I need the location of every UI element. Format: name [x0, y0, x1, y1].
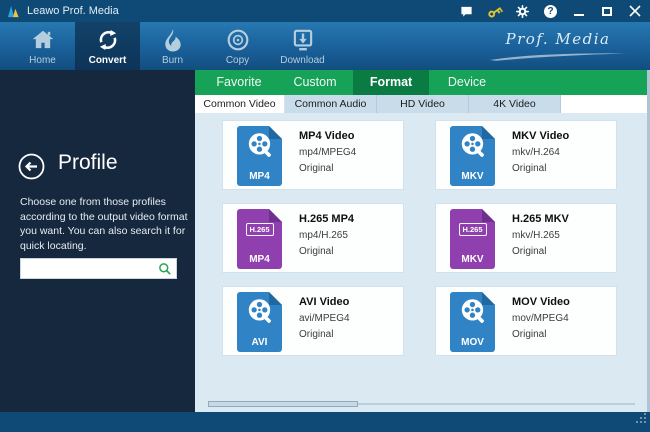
- file-icon: AVI: [237, 292, 282, 352]
- profile-list: MP4 MP4 Video mp4/MPEG4 Original MKV MKV…: [195, 113, 647, 412]
- brand-logo: Prof. Media: [488, 30, 628, 66]
- profile-format: mov/MPEG4: [512, 313, 569, 324]
- subtab-4k-video[interactable]: 4K Video: [469, 95, 561, 113]
- disc-icon: [227, 29, 248, 51]
- profile-card-h265-mkv[interactable]: H.265 MKV H.265 MKV mkv/H.265 Original: [435, 203, 617, 273]
- profile-card-avi-video[interactable]: AVI AVI Video avi/MPEG4 Original: [222, 286, 404, 356]
- format-badge: AVI: [251, 337, 268, 348]
- sidebar-description: Choose one from those profiles according…: [20, 196, 188, 252]
- subtab-hd-video[interactable]: HD Video: [377, 95, 469, 113]
- profile-card-h265-mp4[interactable]: H.265 MP4 H.265 MP4 mp4/H.265 Original: [222, 203, 404, 273]
- file-icon: MP4: [237, 126, 282, 186]
- tab-format[interactable]: Format: [353, 70, 429, 95]
- search-icon[interactable]: [158, 262, 172, 281]
- profile-quality: Original: [512, 329, 547, 340]
- titlebar: Leawo Prof. Media ?: [0, 0, 650, 22]
- profile-quality: Original: [512, 246, 547, 257]
- profile-quality: Original: [512, 163, 547, 174]
- main-nav: Home Convert Burn Copy Download Prof. Me…: [0, 22, 650, 70]
- profile-format: mkv/H.265: [512, 230, 560, 241]
- scrollbar-thumb[interactable]: [208, 401, 358, 407]
- main-panel: Favorite Custom Format Device Common Vid…: [195, 70, 650, 412]
- profile-name: MKV Video: [512, 130, 570, 142]
- nav-item-home[interactable]: Home: [10, 22, 75, 70]
- file-icon: H.265 MKV: [450, 209, 495, 269]
- profile-format: mp4/MPEG4: [299, 147, 357, 158]
- help-icon[interactable]: ?: [543, 4, 558, 19]
- tab-device[interactable]: Device: [429, 70, 505, 95]
- close-button[interactable]: [627, 4, 642, 19]
- search-box: [20, 258, 177, 279]
- tab-custom[interactable]: Custom: [277, 70, 353, 95]
- profile-sidebar: Profile Choose one from those profiles a…: [0, 70, 195, 412]
- profile-format: mp4/H.265: [299, 230, 348, 241]
- horizontal-scrollbar: [208, 401, 635, 407]
- profile-quality: Original: [299, 163, 334, 174]
- download-icon: [293, 29, 312, 51]
- maximize-button[interactable]: [599, 4, 614, 19]
- leawo-logo-icon: [7, 5, 20, 18]
- format-badge: MKV: [461, 254, 484, 265]
- profile-name: H.265 MKV: [512, 213, 569, 225]
- profile-name: AVI Video: [299, 296, 350, 308]
- subtab-common-audio[interactable]: Common Audio: [285, 95, 377, 113]
- profile-card-mov-video[interactable]: MOV MOV Video mov/MPEG4 Original: [435, 286, 617, 356]
- nav-item-burn[interactable]: Burn: [140, 22, 205, 70]
- search-input[interactable]: [21, 259, 157, 278]
- subtab-common-video[interactable]: Common Video: [195, 95, 285, 113]
- profile-name: MP4 Video: [299, 130, 355, 142]
- profile-name: MOV Video: [512, 296, 570, 308]
- format-badge: MP4: [249, 171, 270, 182]
- tab-favorite[interactable]: Favorite: [201, 70, 277, 95]
- back-button[interactable]: [18, 153, 45, 180]
- app-title: Leawo Prof. Media: [27, 5, 119, 17]
- profile-card-mp4-video[interactable]: MP4 MP4 Video mp4/MPEG4 Original: [222, 120, 404, 190]
- profile-quality: Original: [299, 246, 334, 257]
- status-bar: [0, 412, 650, 432]
- format-badge: MOV: [461, 337, 484, 348]
- app-window: Leawo Prof. Media ? Home Convert Burn Co…: [0, 0, 650, 432]
- nav-item-copy[interactable]: Copy: [205, 22, 270, 70]
- file-icon: MKV: [450, 126, 495, 186]
- key-icon[interactable]: [484, 1, 505, 22]
- nav-item-convert[interactable]: Convert: [75, 22, 140, 70]
- format-badge: MP4: [249, 254, 270, 265]
- sidebar-title: Profile: [58, 151, 118, 174]
- format-subtabs: Common Video Common Audio HD Video 4K Vi…: [195, 95, 647, 113]
- minimize-button[interactable]: [571, 4, 586, 19]
- brand-swoosh: [490, 53, 626, 61]
- file-icon: H.265 MP4: [237, 209, 282, 269]
- profile-format: avi/MPEG4: [299, 313, 350, 324]
- format-badge: MKV: [461, 171, 484, 182]
- gear-icon[interactable]: [515, 4, 530, 19]
- home-icon: [32, 30, 53, 49]
- profile-name: H.265 MP4: [299, 213, 355, 225]
- message-icon[interactable]: [459, 4, 474, 19]
- profile-quality: Original: [299, 329, 334, 340]
- profile-format: mkv/H.264: [512, 147, 560, 158]
- profile-card-mkv-video[interactable]: MKV MKV Video mkv/H.264 Original: [435, 120, 617, 190]
- convert-icon: [99, 30, 116, 50]
- category-tabs: Favorite Custom Format Device: [195, 70, 647, 95]
- h265-label: H.265: [458, 223, 487, 236]
- nav-item-download[interactable]: Download: [270, 22, 335, 70]
- file-icon: MOV: [450, 292, 495, 352]
- flame-icon: [164, 29, 181, 52]
- resize-grip[interactable]: [636, 411, 647, 429]
- h265-label: H.265: [245, 223, 274, 236]
